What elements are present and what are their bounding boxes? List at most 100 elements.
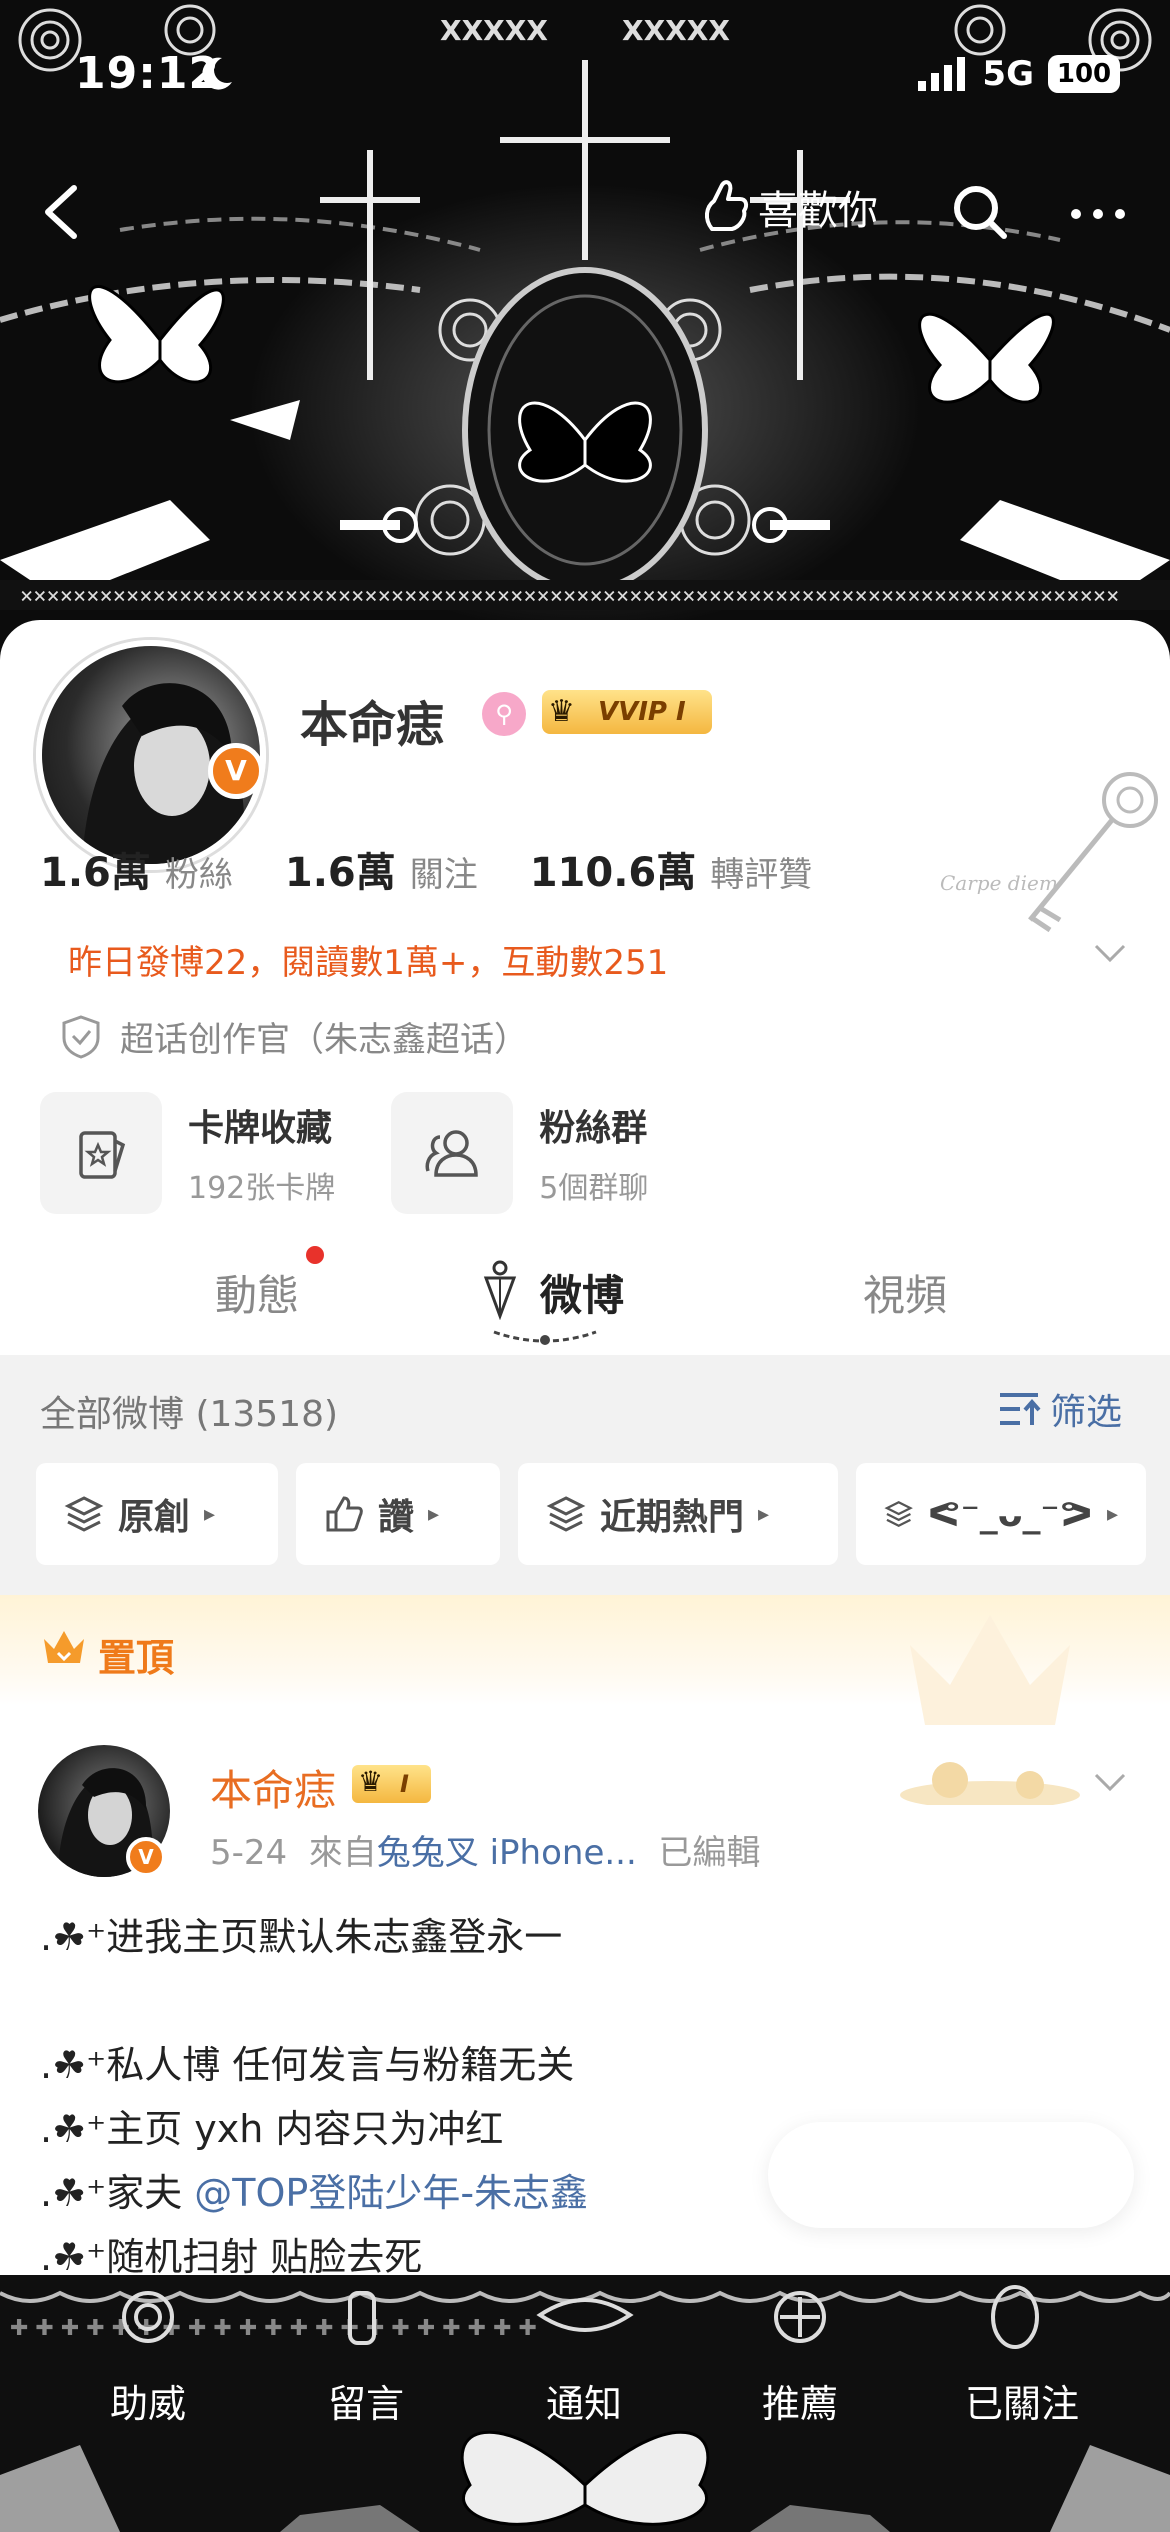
verified-badge: V (208, 743, 264, 799)
pendant-icon (483, 1260, 517, 1320)
key-decoration: Carpe diem (940, 772, 1158, 933)
feed-filter-area: 全部微博 (13518) 筛选 原創 ▸ 讚 ▸ 近期熱門 ▸ ᕙ⁻_ᴗ_⁻ᕗ … (0, 1355, 1170, 1595)
post-source-prefix: 來自 (308, 1833, 377, 1873)
tab-activity[interactable]: 動態 (215, 1262, 299, 1323)
post-badge-label: I (400, 1770, 409, 1798)
stat-following[interactable]: 1.6萬 關注 (285, 840, 478, 898)
card-collection-title: 卡牌收藏 (188, 1108, 333, 1149)
clover-prefix: .☘︎⁺ (40, 2235, 107, 2279)
chip-original-label: 原創 (118, 1497, 191, 1538)
battery-indicator: 100 (1048, 55, 1120, 93)
signal-icon (918, 57, 966, 91)
crown-watermark-decoration (900, 1615, 1080, 1805)
chip-liked[interactable]: 讚 ▸ (296, 1463, 500, 1565)
profile-name: 本命痣 (300, 697, 445, 753)
chip-trending[interactable]: 近期熱門 ▸ (518, 1463, 838, 1565)
chip-custom[interactable]: ᕙ⁻_ᴗ_⁻ᕗ ▸ (856, 1463, 1146, 1565)
fan-groups-title: 粉絲群 (539, 1108, 648, 1149)
chip-trending-label: 近期熱門 (600, 1497, 745, 1538)
filter-label: 筛选 (1050, 1392, 1123, 1433)
card-icon (40, 1092, 162, 1214)
layers-icon (884, 1501, 913, 1527)
card-collection-count: 192张卡牌 (188, 1171, 336, 1206)
crown-icon: ♛ (548, 694, 575, 729)
chevron-down-icon[interactable] (1090, 938, 1130, 968)
post-line-text: 进我主页默认朱志鑫登永一 (106, 1915, 563, 1959)
creator-title-row[interactable]: 超话创作官（朱志鑫超话） (60, 1012, 528, 1061)
caret-right-icon: ▸ (428, 1501, 440, 1527)
crown-icon (44, 1631, 84, 1663)
post-line: .☘︎⁺家夫 @TOP登陆少年-朱志鑫 (40, 2161, 588, 2225)
toolbar-following[interactable]: 已關注 (965, 2373, 1079, 2428)
top-nav: 喜歡你 (0, 170, 1170, 250)
profile-cards: 卡牌收藏 192张卡牌 粉絲群 5個群聊 (40, 1092, 648, 1214)
floating-action-pill[interactable] (768, 2122, 1134, 2228)
post-meta: 5-24 來自兔兔叉 iPhone... 已編輯 (210, 1825, 760, 1874)
post-author-badge[interactable]: ♛ I (352, 1765, 431, 1803)
bottom-toolbar: ✚ ✚ ✚ ✚ ✚ ✚ ✚ ✚ ✚ ✚ ✚ ✚ ✚ ✚ ✚ ✚ ✚ ✚ ✚ ✚ … (0, 2275, 1170, 2532)
clover-prefix: .☘︎⁺ (40, 1915, 107, 1959)
stat-following-value: 1.6萬 (284, 850, 396, 896)
stat-interactions[interactable]: 110.6萬 轉評贊 (530, 840, 813, 898)
all-weibo-count: 全部微博 (13518) (40, 1394, 339, 1435)
svg-text:××××××××××××××××××××××××××××××: ××××××××××××××××××××××××××××××××××××××××… (20, 584, 1119, 609)
post-line-text: 私人博 任何发言与粉籍无关 (106, 2043, 575, 2087)
post-line-blank (40, 1969, 588, 2033)
toolbar-recommend[interactable]: 推薦 (762, 2373, 838, 2428)
fan-groups-count: 5個群聊 (539, 1171, 649, 1206)
post-source[interactable]: 兔兔叉 iPhone... (377, 1833, 637, 1873)
like-hand-icon (705, 180, 749, 231)
tab-video[interactable]: 視頻 (863, 1262, 947, 1323)
status-bar: 19:12 5G 100 (0, 48, 1170, 108)
chevron-down-icon[interactable] (1090, 1767, 1130, 1797)
post-line-text: 家夫 (106, 2171, 195, 2215)
yesterday-summary[interactable]: 昨日發博22，閱讀數1萬+，互動數251 (68, 935, 668, 984)
svg-text:XXXXX: XXXXX (622, 14, 730, 47)
fan-groups[interactable]: 粉絲群 5個群聊 (391, 1092, 648, 1214)
card-collection[interactable]: 卡牌收藏 192张卡牌 (40, 1092, 335, 1214)
search-icon[interactable] (950, 182, 1010, 242)
toolbar-cheer[interactable]: 助威 (110, 2373, 186, 2428)
more-icon[interactable] (1068, 182, 1128, 242)
profile-stats: 1.6萬 粉絲 1.6萬 關注 110.6萬 轉評贊 (40, 840, 864, 898)
thumb-up-icon (326, 1496, 363, 1532)
caret-right-icon: ▸ (758, 1501, 770, 1527)
mention-link[interactable]: @TOP登陆少年-朱志鑫 (194, 2171, 588, 2215)
svg-text:✚ ✚ ✚ ✚ ✚ ✚: ✚ ✚ ✚ ✚ ✚ ✚ ✚ ✚ ✚ ✚ ✚ ✚ ✚ ✚ ✚ ✚ ✚ ✚ ✚ ✚ … (10, 2316, 537, 2341)
creator-title: 超话创作官（朱志鑫超话） (120, 1020, 528, 1060)
profile-banner: ××××××××××××××××××××××××××××××××××××××××… (0, 0, 1170, 660)
svg-text:XXXXX: XXXXX (440, 14, 548, 47)
vvip-badge[interactable]: ♛ VVIP I (542, 690, 712, 734)
vvip-label: VVIP I (598, 697, 686, 727)
stat-interactions-label: 轉評贊 (710, 855, 813, 895)
unread-dot (306, 1246, 324, 1264)
post-author-name[interactable]: 本命痣 (210, 1757, 336, 1818)
filter-button[interactable]: 筛选 (998, 1383, 1122, 1435)
toolbar-message[interactable]: 留言 (328, 2373, 404, 2428)
profile-section: V 本命痣 ⚲ ♛ VVIP I Carpe diem 1.6萬 粉絲 1.6萬 … (0, 620, 1170, 1360)
chip-custom-label: ᕙ⁻_ᴗ_⁻ᕗ (927, 1493, 1093, 1535)
back-icon[interactable] (36, 182, 86, 242)
post-line-text: 主页 yxh 内容只为冲红 (106, 2107, 504, 2151)
post-line-text: 随机扫射 贴脸去死 (106, 2235, 423, 2279)
post-date: 5-24 (210, 1833, 288, 1873)
stat-fans-value: 1.6萬 (40, 850, 151, 896)
stat-following-label: 關注 (409, 855, 478, 895)
stat-fans-label: 粉絲 (164, 855, 233, 895)
filter-icon (1000, 1393, 1041, 1425)
toolbar-notify[interactable]: 通知 (546, 2373, 622, 2428)
chip-original[interactable]: 原創 ▸ (36, 1463, 278, 1565)
caret-right-icon: ▸ (204, 1501, 216, 1527)
chip-liked-label: 讚 (378, 1497, 415, 1538)
clover-prefix: .☘︎⁺ (40, 2171, 107, 2215)
stat-fans[interactable]: 1.6萬 粉絲 (40, 840, 233, 898)
filter-chips: 原創 ▸ 讚 ▸ 近期熱門 ▸ ᕙ⁻_ᴗ_⁻ᕗ ▸ (36, 1463, 1146, 1565)
post-edited: 已編輯 (658, 1833, 761, 1873)
post-line: .☘︎⁺主页 yxh 内容只为冲红 (40, 2097, 588, 2161)
layers-icon (64, 1496, 104, 1532)
like-you-button[interactable]: 喜歡你 (700, 178, 878, 236)
tab-weibo[interactable]: 微博 (540, 1262, 624, 1323)
like-you-label: 喜歡你 (758, 188, 878, 234)
name-badge-icon[interactable]: ⚲ (482, 692, 526, 736)
clover-prefix: .☘︎⁺ (40, 2107, 107, 2151)
